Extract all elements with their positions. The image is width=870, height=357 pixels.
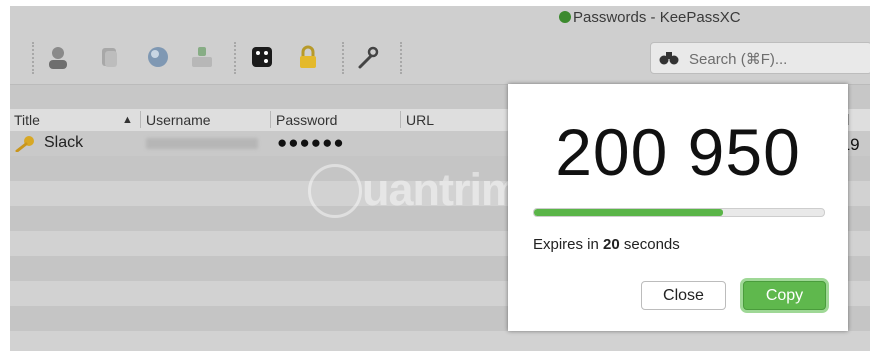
column-header-username[interactable]: Username [146,112,211,128]
entry-username-blurred [146,138,258,149]
search-placeholder: Search (⌘F)... [689,51,788,68]
search-field[interactable]: Search (⌘F)... [650,42,870,74]
toolbar-separator [400,42,402,74]
lock-icon[interactable] [294,43,322,71]
keepassxc-window: Passwords - KeePassXC Search (⌘F)... Tit… [10,6,870,351]
key-icon [15,136,34,152]
copy-password-icon[interactable] [96,43,124,71]
column-header-url[interactable]: URL [406,112,434,128]
title-bar: Passwords - KeePassXC [10,6,870,30]
toolbar: Search (⌘F)... [10,30,870,84]
totp-progress-bar [533,208,825,217]
auto-type-icon[interactable] [188,43,216,71]
toolbar-separator [32,42,34,74]
copy-button[interactable]: Copy [743,281,826,310]
column-header-title[interactable]: Title [14,112,40,128]
expires-seconds: 20 [603,236,620,253]
close-button[interactable]: Close [641,281,726,310]
binoculars-search-icon [659,52,679,65]
table-row [10,331,870,351]
settings-wrench-icon[interactable] [354,43,382,71]
column-divider[interactable] [400,111,401,128]
expires-label: Expires in 20 seconds [533,236,680,253]
watermark-logo [308,164,362,218]
entry-password: ●●●●●● [277,133,345,152]
totp-progress-fill [534,209,723,216]
column-divider[interactable] [270,111,271,128]
globe-icon[interactable] [144,43,172,71]
keepassxc-logo-icon [559,11,571,23]
column-header-password[interactable]: Password [276,112,337,128]
toolbar-separator [342,42,344,74]
user-icon[interactable] [44,43,72,71]
window-title: Passwords - KeePassXC [573,9,741,26]
password-generator-dice-icon[interactable] [248,43,276,71]
expires-suffix: seconds [619,236,680,253]
toolbar-separator [234,42,236,74]
totp-dialog: 200 950 Expires in 20 seconds Close Copy [508,84,848,331]
sort-ascending-icon[interactable]: ▲ [122,114,133,126]
expires-prefix: Expires in [533,236,604,253]
column-divider[interactable] [140,111,141,128]
entry-title: Slack [44,134,84,151]
totp-code: 200 950 [555,115,801,189]
